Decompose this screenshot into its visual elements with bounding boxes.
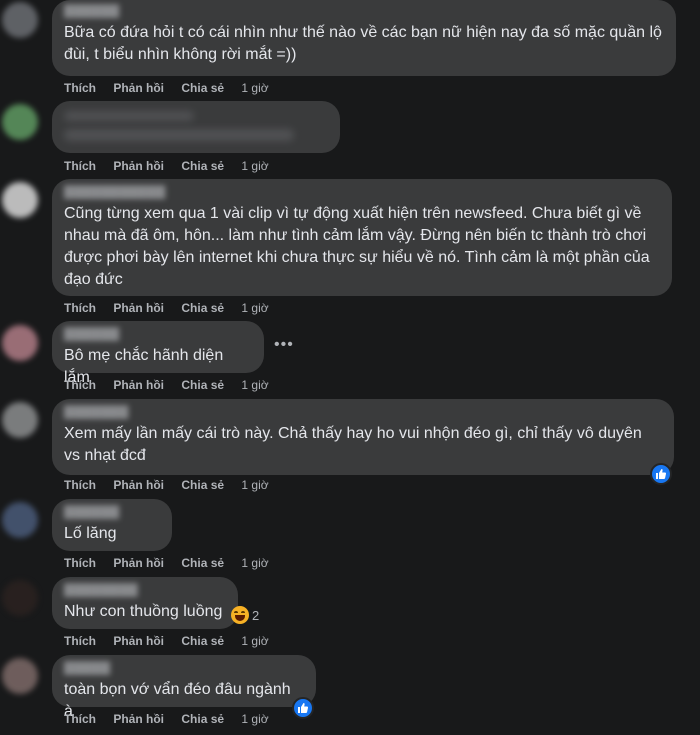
- haha-emoji-icon: [231, 606, 249, 624]
- share-button[interactable]: Chia sẻ: [181, 301, 224, 315]
- avatar[interactable]: [2, 104, 38, 140]
- share-button[interactable]: Chia sẻ: [181, 556, 224, 570]
- comment-timestamp[interactable]: 1 giờ: [241, 556, 268, 570]
- comment-actions: Thích Phản hồi Chia sẻ 1 giờ: [64, 712, 269, 726]
- comment-author[interactable]: ███████████: [64, 185, 224, 199]
- avatar[interactable]: [2, 182, 38, 218]
- avatar[interactable]: [2, 402, 38, 438]
- comment-bubble: █████ toàn bọn vớ vẩn đéo đâu ngành à: [52, 655, 316, 720]
- share-button[interactable]: Chia sẻ: [181, 159, 224, 173]
- comment-timestamp[interactable]: 1 giờ: [241, 81, 268, 95]
- comment-text: Bữa có đứa hỏi t có cái nhìn như thế nào…: [64, 24, 667, 63]
- comment-author[interactable]: ███████: [64, 405, 174, 419]
- avatar[interactable]: [2, 658, 38, 694]
- comment-actions: Thích Phản hồi Chia sẻ 1 giờ: [64, 81, 269, 95]
- comment-bubble: ███████████ Cũng từng xem qua 1 vài clip…: [52, 179, 672, 296]
- more-options-icon[interactable]: •••: [274, 336, 294, 354]
- comment-timestamp[interactable]: 1 giờ: [241, 378, 268, 392]
- comment-bubble: ████████ Như con thuồng luồng: [52, 577, 238, 629]
- like-button[interactable]: Thích: [64, 634, 96, 648]
- share-button[interactable]: Chia sẻ: [181, 478, 224, 492]
- reply-button[interactable]: Phản hồi: [113, 81, 164, 95]
- like-button[interactable]: Thích: [64, 712, 96, 726]
- comment-actions: Thích Phản hồi Chia sẻ 1 giờ: [64, 556, 269, 570]
- comment-actions: Thích Phản hồi Chia sẻ 1 giờ: [64, 478, 269, 492]
- comment-actions: Thích Phản hồi Chia sẻ 1 giờ: [64, 159, 269, 173]
- comment-bubble: ██████ Lố lăng: [52, 499, 172, 551]
- avatar[interactable]: [2, 502, 38, 538]
- reply-button[interactable]: Phản hồi: [113, 301, 164, 315]
- share-button[interactable]: Chia sẻ: [181, 712, 224, 726]
- comment-author[interactable]: ██████: [64, 327, 154, 341]
- reply-button[interactable]: Phản hồi: [113, 712, 164, 726]
- comment-bubble: ██████ Bữa có đứa hỏi t có cái nhìn như …: [52, 0, 676, 76]
- comment-timestamp[interactable]: 1 giờ: [241, 159, 268, 173]
- avatar[interactable]: [2, 325, 38, 361]
- comment-timestamp[interactable]: 1 giờ: [241, 301, 268, 315]
- comment-actions: Thích Phản hồi Chia sẻ 1 giờ: [64, 301, 269, 315]
- reply-button[interactable]: Phản hồi: [113, 634, 164, 648]
- comment-bubble: ███████ Xem mấy lần mấy cái trò này. Chả…: [52, 399, 674, 475]
- reply-button[interactable]: Phản hồi: [113, 556, 164, 570]
- share-button[interactable]: Chia sẻ: [181, 378, 224, 392]
- like-button[interactable]: Thích: [64, 159, 96, 173]
- like-button[interactable]: Thích: [64, 81, 96, 95]
- avatar[interactable]: [2, 580, 38, 616]
- avatar[interactable]: [2, 2, 38, 38]
- comment-timestamp[interactable]: 1 giờ: [241, 712, 268, 726]
- share-button[interactable]: Chia sẻ: [181, 81, 224, 95]
- comment-author[interactable]: █████: [64, 661, 134, 675]
- comment-actions: Thích Phản hồi Chia sẻ 1 giờ: [64, 378, 269, 392]
- comment-timestamp[interactable]: 1 giờ: [241, 478, 268, 492]
- share-button[interactable]: Chia sẻ: [181, 634, 224, 648]
- comment-author[interactable]: ██████: [64, 505, 154, 519]
- comment-text: Xem mấy lần mấy cái trò này. Chả thấy ha…: [64, 425, 647, 464]
- comment-text: Như con thuồng luồng: [64, 603, 223, 620]
- comment-bubble: [52, 101, 340, 153]
- reaction-count: 2: [252, 607, 260, 623]
- comment-text: Cũng từng xem qua 1 vài clip vì tự động …: [64, 205, 655, 288]
- like-button[interactable]: Thích: [64, 378, 96, 392]
- like-reaction-icon[interactable]: [650, 463, 672, 485]
- like-button[interactable]: Thích: [64, 478, 96, 492]
- reply-button[interactable]: Phản hồi: [113, 159, 164, 173]
- comment-feed: ██████ Bữa có đứa hỏi t có cái nhìn như …: [0, 0, 700, 735]
- like-reaction-icon[interactable]: [292, 697, 314, 719]
- comment-text: Lố lăng: [64, 525, 117, 542]
- comment-author[interactable]: ██████: [64, 4, 154, 18]
- reaction-summary[interactable]: 2: [231, 606, 259, 624]
- blurred-comment-text: [64, 129, 294, 141]
- reply-button[interactable]: Phản hồi: [113, 378, 164, 392]
- like-button[interactable]: Thích: [64, 556, 96, 570]
- comment-actions: Thích Phản hồi Chia sẻ 1 giờ: [64, 634, 269, 648]
- comment-timestamp[interactable]: 1 giờ: [241, 634, 268, 648]
- comment-author[interactable]: ████████: [64, 583, 184, 597]
- reply-button[interactable]: Phản hồi: [113, 478, 164, 492]
- blurred-author: [64, 111, 194, 121]
- like-button[interactable]: Thích: [64, 301, 96, 315]
- comment-bubble: ██████ Bô mẹ chắc hãnh diện lắm: [52, 321, 264, 386]
